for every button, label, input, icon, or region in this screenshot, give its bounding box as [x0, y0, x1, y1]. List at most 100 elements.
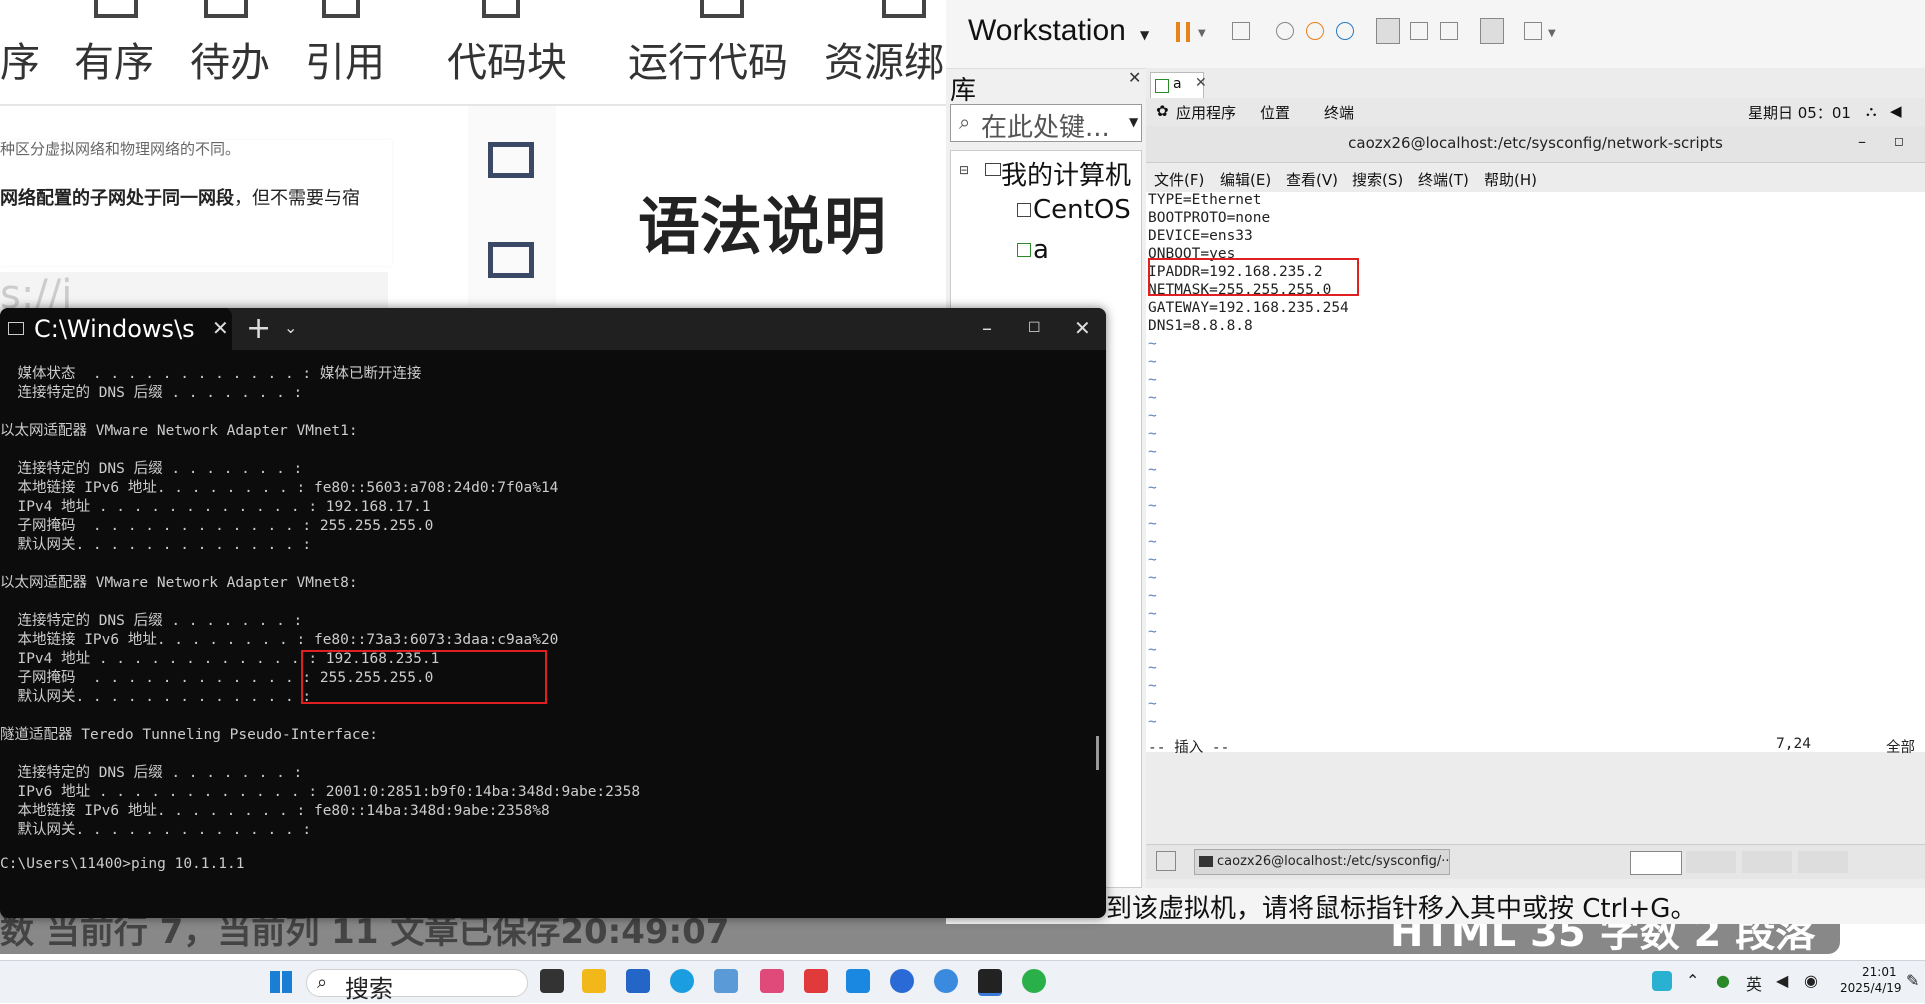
toolbar-ordered[interactable]: 有序: [74, 30, 154, 88]
console-icon[interactable]: [1480, 18, 1504, 44]
vmware-toolbar: Workstation ▼ ▼ ▼: [946, 0, 1925, 69]
guest-taskbar: caozx26@localhost:/etc/sysconfig/···: [1146, 844, 1925, 879]
close-tab-icon[interactable]: ✕: [212, 316, 229, 340]
menu-terminal[interactable]: 终端(T): [1418, 169, 1469, 190]
terminal-tab[interactable]: C:\Windows\s ✕: [0, 308, 232, 350]
menu-edit[interactable]: 编辑(E): [1220, 169, 1271, 190]
vi-editor[interactable]: TYPE=Ethernet BOOTPROTO=none DEVICE=ens3…: [1146, 192, 1925, 756]
sidebar-toggle-icon[interactable]: [1376, 18, 1400, 44]
file-line: DNS1=8.8.8.8: [1148, 318, 1253, 334]
workspace-4[interactable]: [1798, 851, 1848, 873]
toolbar-ordered-list[interactable]: 序: [0, 30, 40, 88]
app-icon[interactable]: [890, 969, 914, 993]
app-icon[interactable]: [760, 969, 784, 993]
maximize-icon[interactable]: ☐: [1028, 320, 1041, 336]
thumbnail-icon[interactable]: [1410, 22, 1428, 40]
chevron-down-icon[interactable]: ▼: [1140, 28, 1149, 42]
toolbar-todo[interactable]: 待办: [190, 30, 270, 88]
terminal-scrollbar[interactable]: [1096, 736, 1099, 770]
toolbar-code-block[interactable]: 代码块: [447, 30, 567, 88]
product-menu[interactable]: Workstation: [968, 14, 1126, 48]
guest-task-button[interactable]: caozx26@localhost:/etc/sysconfig/···: [1194, 849, 1450, 875]
terminal-line: 以太网适配器 VMware Network Adapter VMnet8:: [0, 575, 358, 591]
menu-help[interactable]: 帮助(H): [1484, 169, 1537, 190]
snapshot-manager-icon[interactable]: [1336, 22, 1354, 40]
menu-search[interactable]: 搜索(S): [1352, 169, 1403, 190]
gnome-clock[interactable]: 星期日 05：01: [1748, 102, 1851, 123]
minimize-icon[interactable]: –: [982, 316, 992, 340]
clock-date[interactable]: 2025/4/19: [1840, 981, 1902, 995]
chevron-up-icon[interactable]: ⌃: [1686, 971, 1699, 990]
notification-icon[interactable]: ✎: [1906, 971, 1919, 990]
workspace-3[interactable]: [1742, 851, 1792, 873]
tree-item-centos[interactable]: CentOS: [1033, 195, 1131, 225]
maximize-icon[interactable]: ◻: [1894, 134, 1904, 148]
library-search-input[interactable]: ⌕ 在此处键... ▼: [950, 104, 1142, 143]
task-view-icon[interactable]: [540, 969, 564, 993]
gnome-apps-icon[interactable]: ✿: [1156, 102, 1169, 120]
wechat-icon[interactable]: [1022, 969, 1046, 993]
taskbar-search[interactable]: ⌕ 搜索: [306, 969, 528, 1003]
app-tray-icon[interactable]: [1652, 971, 1672, 991]
pause-icon[interactable]: [1176, 22, 1190, 42]
terminal-output[interactable]: 媒体状态 . . . . . . . . . . . . : 媒体已断开连接 连…: [0, 352, 1080, 912]
file-explorer-icon[interactable]: [582, 969, 606, 993]
toolbar-resource-bind[interactable]: 资源绑: [824, 30, 944, 88]
layout-single-icon[interactable]: [488, 142, 534, 178]
layout-split-icon[interactable]: [488, 242, 534, 278]
photos-icon[interactable]: [714, 969, 738, 993]
empty-line-marker: ~: [1148, 408, 1157, 424]
windows-taskbar: ⌕ 搜索 ⌃ ● 英 ◀ ◉ 21:01 2025/4/19 ✎: [0, 960, 1925, 1003]
gnome-terminal[interactable]: 终端: [1324, 102, 1354, 123]
tree-item-a[interactable]: a: [1033, 235, 1049, 265]
revert-snapshot-icon[interactable]: [1306, 22, 1324, 40]
tree-item-my-computer[interactable]: 我的计算机: [1001, 155, 1131, 192]
new-tab-icon[interactable]: +: [246, 311, 271, 346]
input-language[interactable]: 英: [1746, 971, 1762, 995]
todo-icon: [204, 0, 248, 18]
gnome-places[interactable]: 位置: [1260, 102, 1290, 123]
chevron-down-icon[interactable]: ⌄: [284, 318, 297, 337]
empty-line-marker: ~: [1148, 678, 1157, 694]
clock-time[interactable]: 21:01: [1862, 965, 1897, 979]
library-title: 库: [950, 76, 977, 106]
network-icon[interactable]: ◉: [1804, 971, 1818, 990]
fullscreen-icon[interactable]: [1440, 22, 1458, 40]
close-icon[interactable]: ✕: [1074, 316, 1091, 340]
search-label: 搜索: [345, 975, 393, 1003]
menu-file[interactable]: 文件(F): [1154, 169, 1204, 190]
vm-tab[interactable]: a ✕: [1150, 72, 1207, 100]
empty-line-marker: ~: [1148, 444, 1157, 460]
chevron-down-icon[interactable]: ▼: [1198, 28, 1206, 39]
toolbar-run-code[interactable]: 运行代码: [628, 30, 788, 88]
ime-icon[interactable]: ●: [1716, 971, 1730, 990]
workspace-2[interactable]: [1686, 851, 1736, 873]
chevron-down-icon[interactable]: ▼: [1129, 115, 1138, 129]
search-icon: ⌕: [317, 972, 328, 993]
terminal-line: C:\Users\11400>ping 10.1.1.1: [0, 856, 245, 872]
vmware-icon[interactable]: [934, 969, 958, 993]
minimize-icon[interactable]: –: [1858, 132, 1866, 151]
volume-icon[interactable]: ◀: [1890, 102, 1902, 120]
snapshot-icon[interactable]: [1276, 22, 1294, 40]
chevron-down-icon[interactable]: ▼: [1548, 28, 1556, 39]
wps-icon[interactable]: [804, 969, 828, 993]
collapse-icon[interactable]: ⊟: [959, 163, 969, 177]
guest-display[interactable]: a ✕ ✿ 应用程序 位置 终端 星期日 05：01 ⛬ ◀ caozx26@l…: [1146, 68, 1925, 888]
volume-icon[interactable]: ◀: [1776, 971, 1788, 990]
edge-icon[interactable]: [670, 969, 694, 993]
terminal-app-icon[interactable]: [978, 969, 1002, 996]
menu-view[interactable]: 查看(V): [1286, 169, 1338, 190]
gnome-applications[interactable]: 应用程序: [1176, 102, 1236, 123]
show-desktop-icon[interactable]: [1156, 851, 1176, 871]
network-icon[interactable]: ⛬: [1866, 102, 1877, 120]
stretch-icon[interactable]: [1524, 22, 1542, 40]
send-keys-icon[interactable]: [1232, 22, 1250, 40]
app-icon[interactable]: [846, 969, 870, 993]
store-icon[interactable]: [626, 969, 650, 993]
toolbar-quote[interactable]: 引用: [305, 30, 385, 88]
close-icon[interactable]: ✕: [1195, 75, 1207, 91]
start-icon[interactable]: [270, 971, 292, 993]
close-icon[interactable]: ✕: [1128, 68, 1141, 87]
workspace-1[interactable]: [1630, 851, 1682, 875]
